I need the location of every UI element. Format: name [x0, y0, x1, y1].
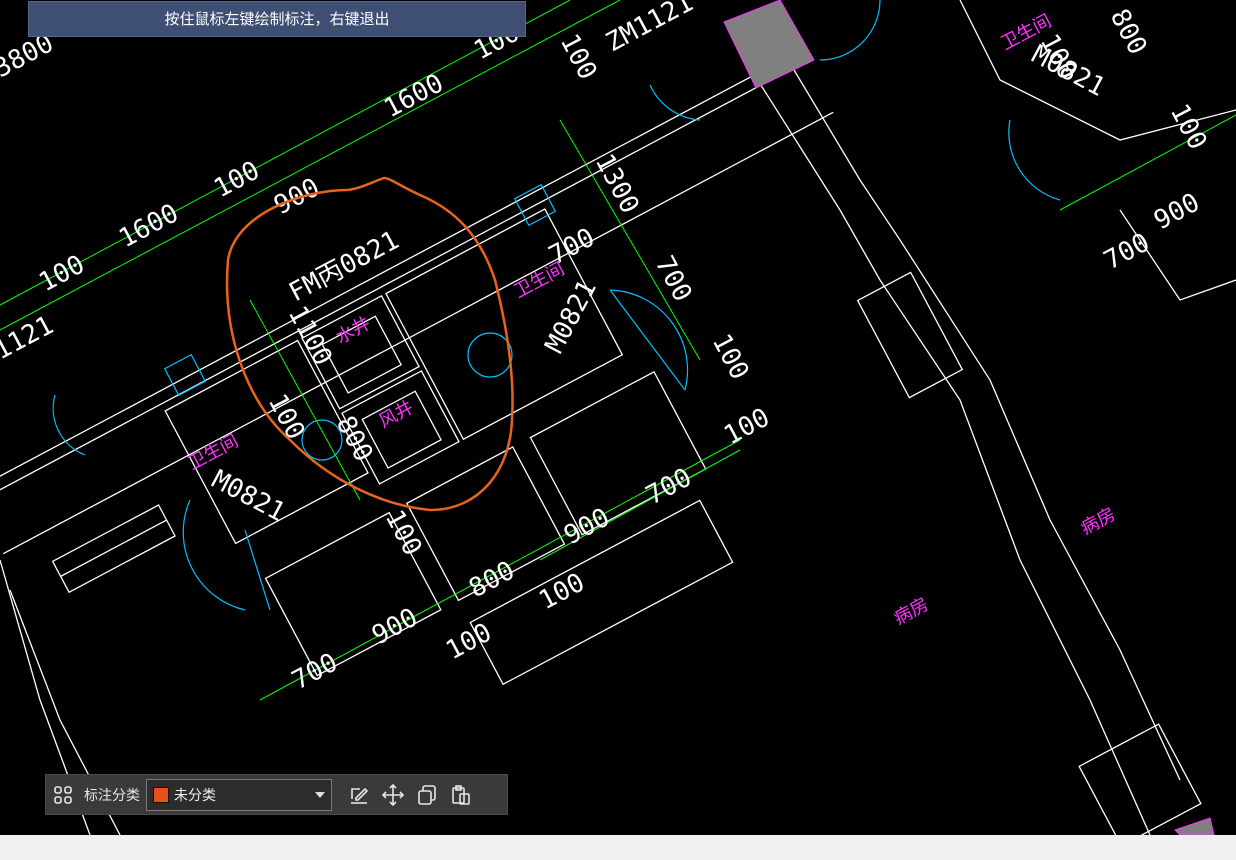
category-label: 标注分类 [84, 787, 140, 804]
grid-icon[interactable] [46, 778, 80, 812]
category-color-swatch [153, 786, 169, 803]
copy-icon[interactable] [410, 778, 444, 812]
category-value: 未分类 [174, 787, 216, 804]
drawing-hint-banner: 按住鼠标左键绘制标注，右键退出 [28, 1, 526, 37]
status-bar [0, 835, 1236, 860]
move-icon[interactable] [376, 778, 410, 812]
edit-icon[interactable] [342, 778, 376, 812]
annotation-toolbar: 标注分类 未分类 [45, 774, 508, 815]
category-dropdown[interactable]: 未分类 [146, 778, 332, 811]
paste-icon[interactable] [444, 778, 478, 812]
chevron-down-icon [315, 791, 325, 798]
cad-drawing-canvas[interactable]: 3800 1600 100 1600 100 100 900 700 1300 … [0, 0, 1236, 835]
